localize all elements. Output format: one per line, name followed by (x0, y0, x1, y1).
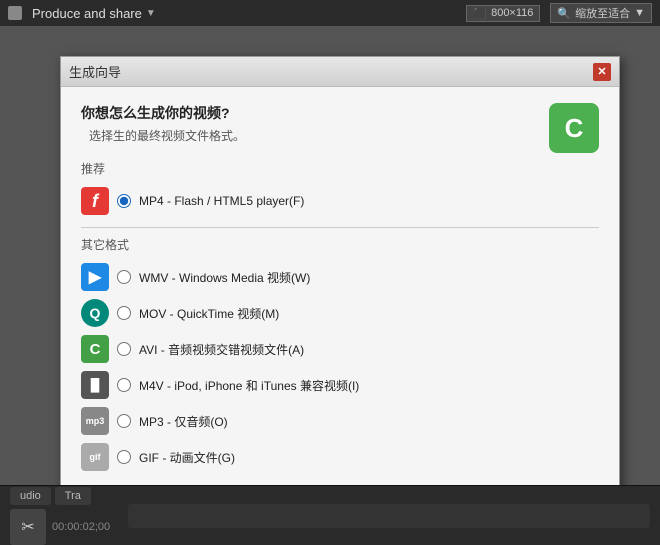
format-option-wmv[interactable]: ▶ WMV - Windows Media 视频(W) (81, 259, 599, 295)
separator (81, 227, 599, 228)
mp3-radio[interactable] (117, 414, 131, 428)
mp3-icon: mp3 (81, 407, 109, 435)
format-option-mp3[interactable]: mp3 MP3 - 仅音频(O) (81, 403, 599, 439)
main-area: 生成向导 ✕ C 你想怎么生成你的视频? 选择生的最终视频文件格式。 推荐 f … (0, 26, 660, 545)
timeline-scrubber[interactable] (128, 504, 650, 528)
gif-icon: gif (81, 443, 109, 471)
app-icon (8, 6, 22, 20)
resolution-value: 800×116 (491, 7, 533, 19)
camtasia-logo: C (549, 103, 599, 153)
mp3-label: MP3 - 仅音频(O) (139, 413, 228, 430)
mp4-label: MP4 - Flash / HTML5 player(F) (139, 194, 304, 208)
mov-icon: Q (81, 299, 109, 327)
dialog-titlebar: 生成向导 ✕ (61, 57, 619, 87)
gif-radio[interactable] (117, 450, 131, 464)
avi-radio[interactable] (117, 342, 131, 356)
zoom-arrow: ▼ (634, 7, 645, 19)
format-option-gif[interactable]: gif GIF - 动画文件(G) (81, 439, 599, 475)
wmv-icon: ▶ (81, 263, 109, 291)
zoom-icon: 🔍 (557, 7, 571, 20)
bottom-tabs: udio Tra (10, 487, 110, 505)
dialog-subheading: 选择生的最终视频文件格式。 (81, 127, 599, 144)
resolution-icon: ⬛ (473, 7, 487, 20)
track-tab[interactable]: Tra (55, 487, 91, 505)
mp4-icon: f (81, 187, 109, 215)
dialog-content: C 你想怎么生成你的视频? 选择生的最终视频文件格式。 推荐 f MP4 - F… (61, 87, 619, 522)
mov-radio[interactable] (117, 306, 131, 320)
section-recommended-label: 推荐 (81, 160, 599, 177)
produce-share-label: Produce and share (32, 6, 142, 21)
top-toolbar: Produce and share ▼ ⬛ 800×116 🔍 缩放至适合 ▼ (0, 0, 660, 26)
produce-share-arrow: ▼ (146, 8, 156, 19)
wmv-radio[interactable] (117, 270, 131, 284)
gif-label: GIF - 动画文件(G) (139, 449, 235, 466)
m4v-label: M4V - iPod, iPhone 和 iTunes 兼容视频(I) (139, 377, 359, 394)
timecode-display: 00:00:02;00 (52, 521, 110, 533)
format-option-avi[interactable]: C AVI - 音频视频交错视频文件(A) (81, 331, 599, 367)
produce-share-menu[interactable]: Produce and share ▼ (32, 6, 156, 21)
zoom-control[interactable]: 🔍 缩放至适合 ▼ (550, 3, 652, 23)
dialog-heading: 你想怎么生成你的视频? (81, 103, 599, 123)
format-option-mov[interactable]: Q MOV - QuickTime 视频(M) (81, 295, 599, 331)
avi-icon: C (81, 335, 109, 363)
format-option-mp4[interactable]: f MP4 - Flash / HTML5 player(F) (81, 183, 599, 219)
mp4-radio[interactable] (117, 194, 131, 208)
audio-tab[interactable]: udio (10, 487, 51, 505)
bottom-bar: udio Tra ✂ 00:00:02;00 (0, 485, 660, 545)
wmv-label: WMV - Windows Media 视频(W) (139, 269, 310, 286)
cut-button[interactable]: ✂ (10, 509, 46, 545)
resolution-display[interactable]: ⬛ 800×116 (466, 5, 540, 22)
dialog-title: 生成向导 (69, 62, 121, 81)
mov-label: MOV - QuickTime 视频(M) (139, 305, 279, 322)
avi-label: AVI - 音频视频交错视频文件(A) (139, 341, 304, 358)
section-other-label: 其它格式 (81, 236, 599, 253)
dialog-close-button[interactable]: ✕ (593, 63, 611, 81)
zoom-label: 缩放至适合 (575, 5, 630, 21)
m4v-radio[interactable] (117, 378, 131, 392)
format-option-m4v[interactable]: ▐▌ M4V - iPod, iPhone 和 iTunes 兼容视频(I) (81, 367, 599, 403)
generate-wizard-dialog: 生成向导 ✕ C 你想怎么生成你的视频? 选择生的最终视频文件格式。 推荐 f … (60, 56, 620, 523)
m4v-icon: ▐▌ (81, 371, 109, 399)
